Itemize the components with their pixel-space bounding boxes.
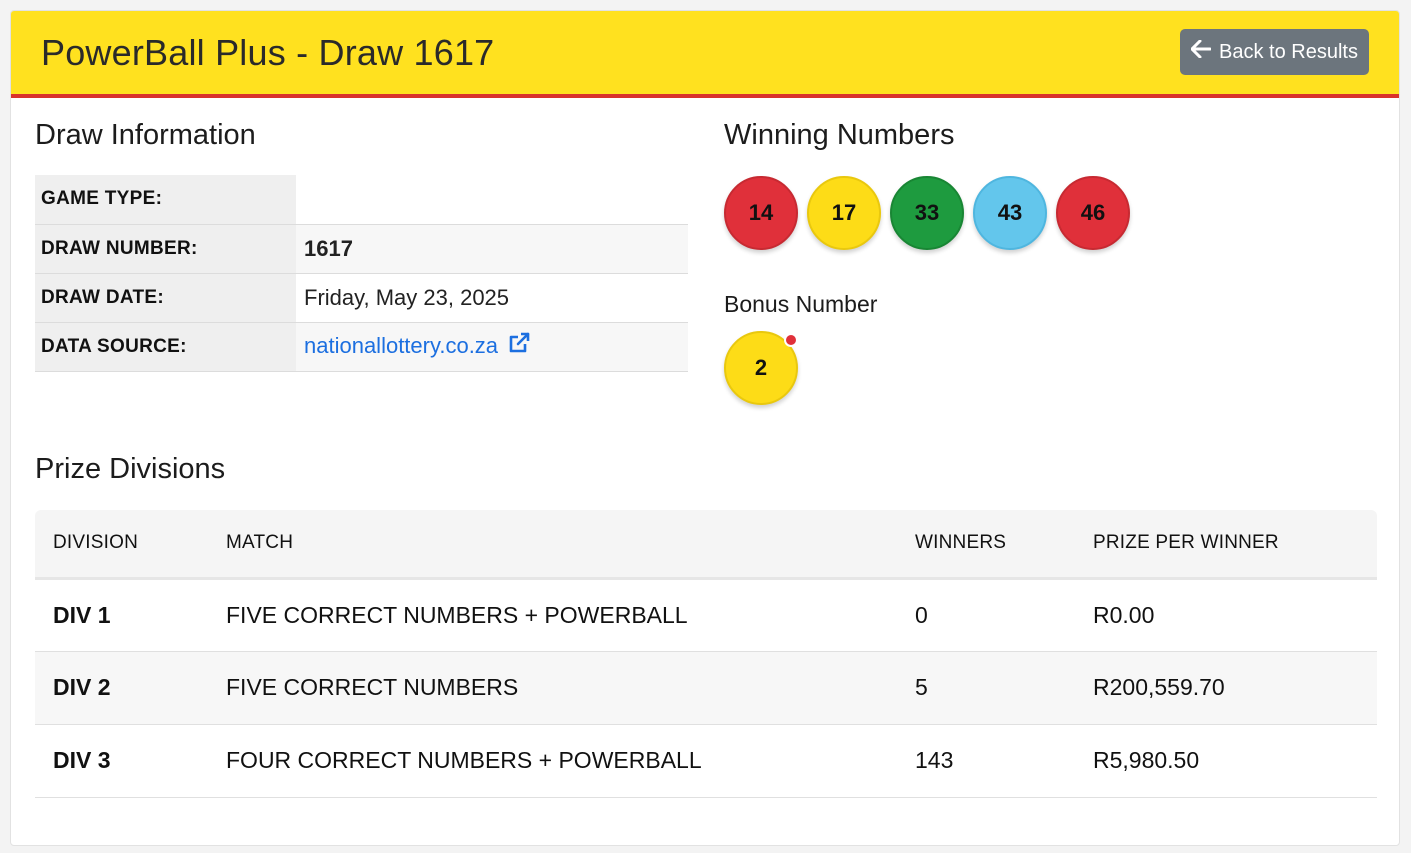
match-cell: FOUR CORRECT NUMBERS + POWERBALL xyxy=(208,724,897,798)
info-label: DRAW NUMBER: xyxy=(35,224,296,274)
match-cell: FIVE CORRECT NUMBERS + POWERBALL xyxy=(208,578,897,652)
draw-card: PowerBall Plus - Draw 1617 Back to Resul… xyxy=(10,10,1400,846)
back-button-label: Back to Results xyxy=(1219,40,1358,63)
division-cell: DIV 3 xyxy=(35,724,208,798)
table-header-row: DIVISION MATCH WINNERS PRIZE PER WINNER xyxy=(35,510,1377,580)
card-header: PowerBall Plus - Draw 1617 Back to Resul… xyxy=(11,11,1399,98)
winning-ball: 17 xyxy=(807,176,881,250)
table-row: DIV 3 FOUR CORRECT NUMBERS + POWERBALL 1… xyxy=(35,724,1377,798)
bonus-number-label: Bonus Number xyxy=(724,291,878,317)
winning-ball: 33 xyxy=(890,176,964,250)
winners-cell: 5 xyxy=(897,651,1075,725)
info-row-draw-date: DRAW DATE: Friday, May 23, 2025 xyxy=(35,273,688,323)
prize-cell: R200,559.70 xyxy=(1075,651,1377,725)
prize-cell: R0.00 xyxy=(1075,578,1377,652)
column-header-match: MATCH xyxy=(208,510,897,580)
bonus-ball: 2 xyxy=(724,331,798,405)
info-value: 1617 xyxy=(296,224,688,274)
info-value: nationallottery.co.za xyxy=(296,322,688,372)
arrow-left-icon xyxy=(1190,39,1212,62)
info-label: DATA SOURCE: xyxy=(35,322,296,372)
winning-balls: 14 17 33 43 46 xyxy=(724,176,1130,250)
info-value xyxy=(296,175,688,225)
winning-ball: 14 xyxy=(724,176,798,250)
prize-cell: R5,980.50 xyxy=(1075,724,1377,798)
match-cell: FIVE CORRECT NUMBERS xyxy=(208,651,897,725)
column-header-prize: PRIZE PER WINNER xyxy=(1075,510,1377,580)
info-value: Friday, May 23, 2025 xyxy=(296,273,688,323)
info-row-game-type: GAME TYPE: xyxy=(35,175,688,225)
winners-cell: 143 xyxy=(897,724,1075,798)
info-row-data-source: DATA SOURCE: nationallottery.co.za xyxy=(35,322,688,372)
prize-divisions-table: DIVISION MATCH WINNERS PRIZE PER WINNER … xyxy=(35,510,1377,798)
info-label: GAME TYPE: xyxy=(35,175,296,225)
column-header-winners: WINNERS xyxy=(897,510,1075,580)
draw-information-heading: Draw Information xyxy=(35,119,256,151)
division-cell: DIV 1 xyxy=(35,578,208,652)
back-to-results-button[interactable]: Back to Results xyxy=(1180,29,1369,75)
external-link-icon[interactable] xyxy=(508,332,530,360)
winners-cell: 0 xyxy=(897,578,1075,652)
division-cell: DIV 2 xyxy=(35,651,208,725)
page-title: PowerBall Plus - Draw 1617 xyxy=(41,32,495,73)
table-row: DIV 2 FIVE CORRECT NUMBERS 5 R200,559.70 xyxy=(35,651,1377,725)
bonus-indicator-dot xyxy=(784,333,798,347)
table-row: DIV 1 FIVE CORRECT NUMBERS + POWERBALL 0… xyxy=(35,578,1377,652)
column-header-division: DIVISION xyxy=(35,510,208,580)
draw-info-table: GAME TYPE: DRAW NUMBER: 1617 DRAW DATE: … xyxy=(35,175,688,372)
data-source-link[interactable]: nationallottery.co.za xyxy=(304,333,498,358)
prize-divisions-heading: Prize Divisions xyxy=(35,453,226,485)
winning-ball: 46 xyxy=(1056,176,1130,250)
bonus-ball-number: 2 xyxy=(754,355,768,380)
info-row-draw-number: DRAW NUMBER: 1617 xyxy=(35,224,688,274)
winning-ball: 43 xyxy=(973,176,1047,250)
winning-numbers-heading: Winning Numbers xyxy=(724,119,955,151)
info-label: DRAW DATE: xyxy=(35,273,296,323)
bonus-ball-wrapper: 2 xyxy=(724,331,798,405)
